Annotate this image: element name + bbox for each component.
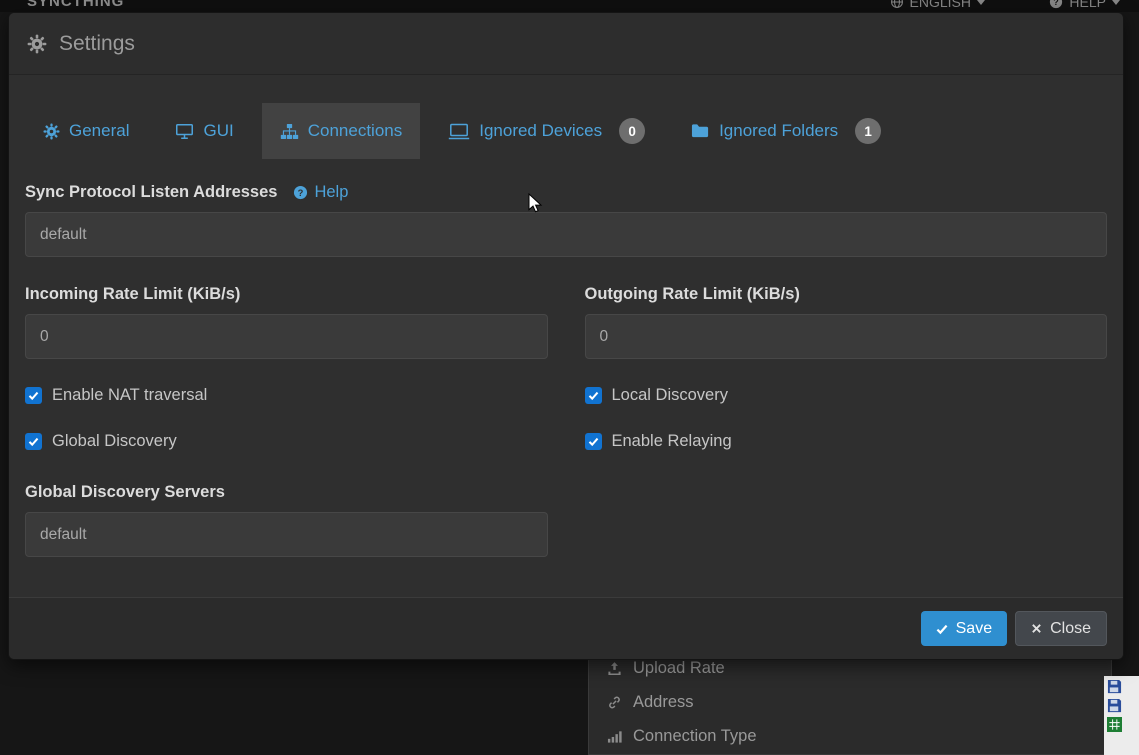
svg-text:?: ? xyxy=(298,188,304,198)
outgoing-rate-input[interactable] xyxy=(584,314,1107,359)
background-device-panel: Upload Rate Address Connection Type xyxy=(588,650,1112,755)
global-discovery-servers-label: Global Discovery Servers xyxy=(25,483,225,501)
checkbox-label: Enable NAT traversal xyxy=(52,386,208,404)
checkbox-checked-icon xyxy=(25,387,42,404)
monitor-icon xyxy=(175,123,194,140)
settings-tabs: General GUI Connections Ignored Devices xyxy=(25,103,1107,159)
display-icon xyxy=(448,123,470,140)
panel-row-address[interactable]: Address xyxy=(589,685,1111,719)
global-discovery-checkbox[interactable]: Global Discovery xyxy=(25,432,548,451)
question-circle-icon: ? xyxy=(1049,0,1063,9)
save-button[interactable]: Save xyxy=(920,611,1008,646)
tab-connections[interactable]: Connections xyxy=(261,103,421,159)
panel-row-label: Connection Type xyxy=(633,726,757,745)
desktop-shortcuts xyxy=(1104,676,1139,755)
ignored-folders-count-badge: 1 xyxy=(855,118,882,144)
checkbox-checked-icon xyxy=(25,433,42,450)
question-circle-icon: ? xyxy=(293,185,308,200)
checkbox-checked-icon xyxy=(584,387,602,404)
global-discovery-servers-input[interactable] xyxy=(25,512,548,557)
folder-icon xyxy=(691,123,710,139)
tab-label: Ignored Devices xyxy=(479,121,603,140)
globe-icon xyxy=(890,0,904,9)
tab-label: GUI xyxy=(203,121,234,140)
check-icon xyxy=(936,623,948,635)
tab-gui[interactable]: GUI xyxy=(157,103,251,159)
upload-icon xyxy=(607,661,622,676)
outgoing-rate-label: Outgoing Rate Limit (KiB/s) xyxy=(584,285,800,303)
panel-row-label: Upload Rate xyxy=(633,658,725,677)
tab-label: General xyxy=(69,121,130,140)
help-link-label: Help xyxy=(314,183,349,201)
local-discovery-checkbox[interactable]: Local Discovery xyxy=(584,386,1108,405)
help-menu-label: HELP xyxy=(1069,0,1106,10)
help-link[interactable]: ? Help xyxy=(293,183,348,202)
chevron-down-icon xyxy=(1112,0,1120,5)
gear-icon xyxy=(43,123,60,140)
close-button[interactable]: Close xyxy=(1015,611,1107,646)
enable-relaying-checkbox[interactable]: Enable Relaying xyxy=(584,432,1108,451)
listen-addresses-label: Sync Protocol Listen Addresses xyxy=(25,183,278,201)
checkbox-label: Global Discovery xyxy=(52,432,177,450)
language-label: ENGLISH xyxy=(909,0,971,10)
tab-label: Ignored Folders xyxy=(719,121,839,140)
tab-label: Connections xyxy=(307,121,403,140)
signal-bars-icon xyxy=(607,729,622,744)
svg-text:?: ? xyxy=(1054,0,1059,7)
dialog-footer: Save Close xyxy=(9,597,1123,659)
panel-row-connection-type[interactable]: Connection Type xyxy=(589,719,1111,753)
floppy-icon[interactable] xyxy=(1107,698,1139,713)
checkbox-label: Local Discovery xyxy=(611,386,728,404)
panel-row-label: Address xyxy=(633,692,694,711)
spreadsheet-icon[interactable] xyxy=(1107,717,1139,732)
ignored-devices-count-badge: 0 xyxy=(619,118,646,144)
save-button-label: Save xyxy=(955,619,993,637)
tab-general[interactable]: General xyxy=(25,103,147,159)
floppy-icon[interactable] xyxy=(1107,679,1139,694)
checkbox-checked-icon xyxy=(584,433,602,450)
link-icon xyxy=(607,695,622,710)
sitemap-icon xyxy=(280,123,299,140)
tab-ignored-folders[interactable]: Ignored Folders 1 xyxy=(673,103,899,159)
language-menu[interactable]: ENGLISH xyxy=(890,0,985,10)
close-icon xyxy=(1031,623,1042,634)
syncthing-brand: SYNCTHING xyxy=(27,0,125,10)
chevron-down-icon xyxy=(977,0,985,5)
incoming-rate-label: Incoming Rate Limit (KiB/s) xyxy=(25,285,241,303)
gear-icon xyxy=(27,34,47,54)
listen-addresses-input[interactable] xyxy=(25,212,1107,257)
checkbox-label: Enable Relaying xyxy=(611,432,732,450)
dialog-header: Settings xyxy=(9,13,1123,75)
dialog-title: Settings xyxy=(59,31,135,55)
help-menu[interactable]: ? HELP xyxy=(1049,0,1120,10)
connections-form: Sync Protocol Listen Addresses ? Help In… xyxy=(25,183,1107,557)
settings-dialog: Settings General GUI Connections Ignored… xyxy=(8,12,1124,660)
nat-traversal-checkbox[interactable]: Enable NAT traversal xyxy=(25,386,548,405)
top-navbar: SYNCTHING ENGLISH ? HELP xyxy=(0,0,1139,12)
close-button-label: Close xyxy=(1050,619,1091,637)
tab-ignored-devices[interactable]: Ignored Devices 0 xyxy=(430,103,663,159)
incoming-rate-input[interactable] xyxy=(25,314,548,359)
